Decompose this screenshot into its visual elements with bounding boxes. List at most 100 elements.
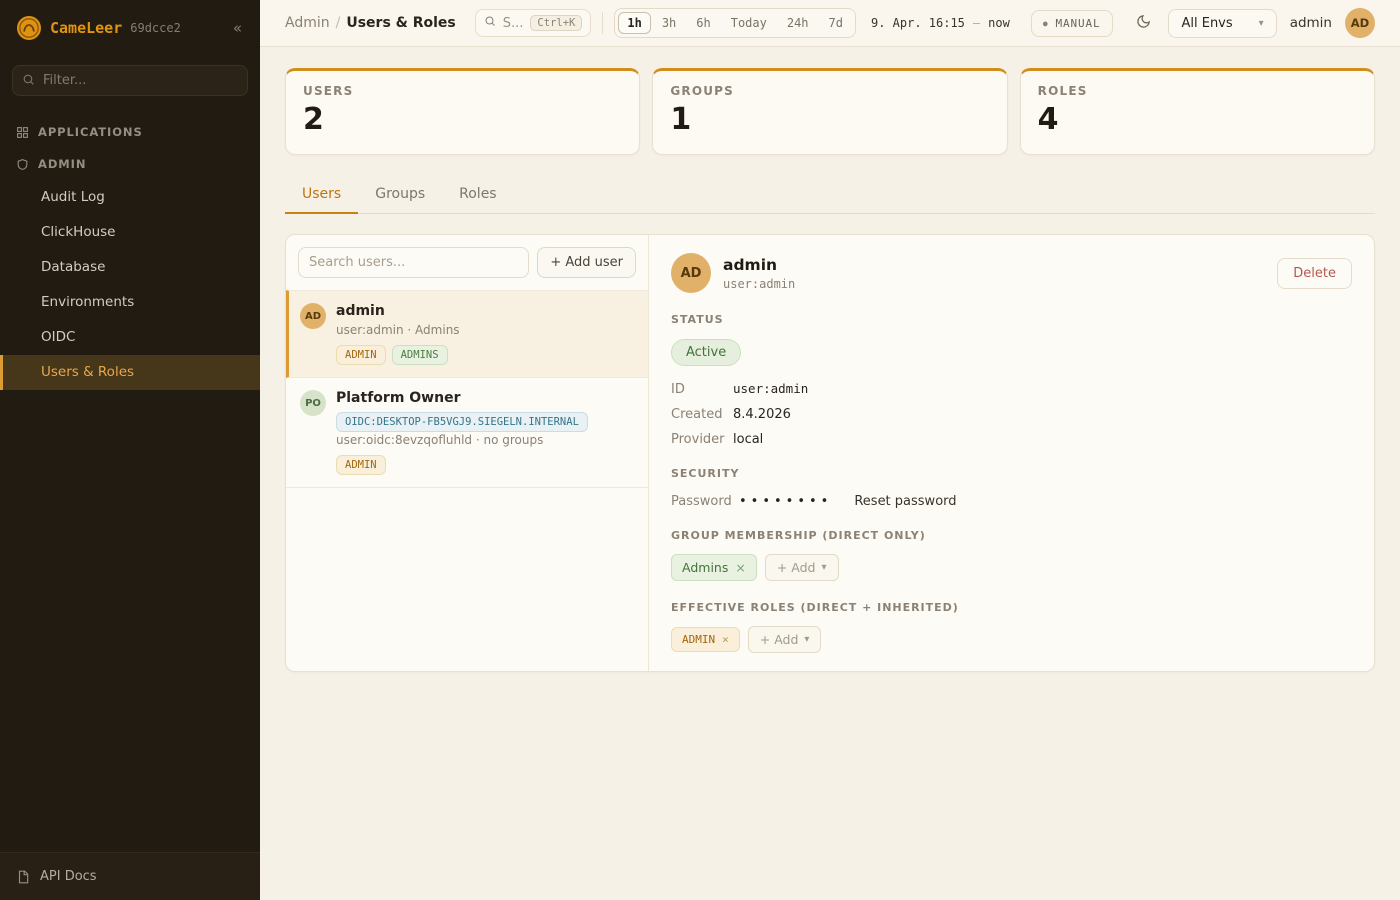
detail-avatar: AD xyxy=(671,253,711,293)
sidebar-collapse-button[interactable]: « xyxy=(229,17,246,39)
field-row-created: Created 8.4.2026 xyxy=(671,407,1352,422)
dark-mode-toggle[interactable] xyxy=(1132,10,1155,37)
breadcrumb: Admin / Users & Roles xyxy=(285,15,456,31)
tab-roles[interactable]: Roles xyxy=(442,177,513,213)
user-name: admin xyxy=(336,303,460,319)
chevron-down-icon: ▾ xyxy=(822,562,827,573)
stat-card-users: USERS 2 xyxy=(285,68,640,155)
current-user-name: admin xyxy=(1290,15,1332,31)
user-avatar[interactable]: AD xyxy=(1345,8,1375,38)
field-label: ID xyxy=(671,382,733,397)
tab-bar: Users Groups Roles xyxy=(285,177,1375,214)
role-chip-row: ADMIN × + Add ▾ xyxy=(671,626,1352,653)
detail-user-id: user:admin xyxy=(723,277,795,291)
user-detail-panel: AD admin user:admin Delete STATUS Active… xyxy=(649,235,1374,671)
tab-groups[interactable]: Groups xyxy=(358,177,442,213)
sidebar-item-environments[interactable]: Environments xyxy=(0,285,260,320)
group-badge: ADMINS xyxy=(392,345,448,365)
user-list-item-platform-owner[interactable]: PO Platform Owner OIDC:DESKTOP-FB5VGJ9.S… xyxy=(286,378,648,488)
add-role-label: + Add xyxy=(760,632,799,647)
tab-users[interactable]: Users xyxy=(285,177,358,214)
sidebar-filter xyxy=(12,65,248,96)
app-root: CameLeer 69dcce2 « APPLICATIONS ADMIN Au… xyxy=(0,0,1400,900)
keyboard-shortcut-badge: Ctrl+K xyxy=(530,15,582,31)
sidebar-item-oidc[interactable]: OIDC xyxy=(0,320,260,355)
stat-value: 4 xyxy=(1038,102,1357,137)
stat-cards: USERS 2 GROUPS 1 ROLES 4 xyxy=(285,68,1375,155)
breadcrumb-current: Users & Roles xyxy=(346,15,455,31)
add-user-button[interactable]: + Add user xyxy=(537,247,636,278)
sidebar-section-applications[interactable]: APPLICATIONS xyxy=(0,116,260,148)
stat-value: 2 xyxy=(303,102,622,137)
topbar-divider xyxy=(602,12,603,34)
breadcrumb-admin[interactable]: Admin xyxy=(285,15,330,31)
grid-icon xyxy=(16,126,29,139)
user-name: Platform Owner xyxy=(336,390,588,406)
refresh-mode-button[interactable]: ● MANUAL xyxy=(1031,10,1113,37)
password-label: Password xyxy=(671,494,739,509)
user-badges: ADMIN xyxy=(336,455,588,475)
stat-card-roles: ROLES 4 xyxy=(1020,68,1375,155)
main-area: Admin / Users & Roles S... Ctrl+K 1h 3h … xyxy=(260,0,1400,900)
time-display[interactable]: 9. Apr. 16:15 — now xyxy=(871,16,1010,30)
user-list-toolbar: + Add user xyxy=(286,235,648,290)
user-search-input[interactable] xyxy=(298,247,529,278)
environment-select-value: All Envs xyxy=(1181,16,1232,31)
add-role-button[interactable]: + Add ▾ xyxy=(748,626,822,653)
sidebar-item-audit-log[interactable]: Audit Log xyxy=(0,180,260,215)
stat-label: ROLES xyxy=(1038,84,1357,98)
section-heading-effective-roles: EFFECTIVE ROLES (DIRECT + INHERITED) xyxy=(671,601,1352,614)
remove-icon[interactable]: × xyxy=(722,633,729,646)
field-row-provider: Provider local xyxy=(671,432,1352,447)
sidebar-section-label: ADMIN xyxy=(38,157,86,171)
delete-user-button[interactable]: Delete xyxy=(1277,258,1352,289)
sidebar-item-database[interactable]: Database xyxy=(0,250,260,285)
detail-header: AD admin user:admin Delete xyxy=(671,253,1352,293)
user-badges: ADMIN ADMINS xyxy=(336,345,460,365)
refresh-mode-label: MANUAL xyxy=(1056,17,1101,30)
reset-password-link[interactable]: Reset password xyxy=(854,494,956,509)
time-range-today[interactable]: Today xyxy=(722,12,776,34)
field-label: Provider xyxy=(671,432,733,447)
document-icon xyxy=(16,870,30,884)
password-masked-value: •••••••• xyxy=(739,494,832,509)
time-range-3h[interactable]: 3h xyxy=(653,12,685,34)
topbar-right: All Envs ▾ admin AD xyxy=(1132,8,1375,38)
app-logo-icon xyxy=(16,15,42,41)
time-end: now xyxy=(988,16,1010,30)
section-heading-security: SECURITY xyxy=(671,467,1352,480)
oidc-badge-row: OIDC:DESKTOP-FB5VGJ9.SIEGELN.INTERNAL xyxy=(336,413,588,429)
role-chip-admin[interactable]: ADMIN × xyxy=(671,627,740,652)
global-search-placeholder: S... xyxy=(503,16,524,31)
sidebar-item-clickhouse[interactable]: ClickHouse xyxy=(0,215,260,250)
sidebar-footer-api-docs[interactable]: API Docs xyxy=(0,852,260,900)
avatar: PO xyxy=(300,390,326,416)
status-badge: Active xyxy=(671,339,741,366)
user-list-item-admin[interactable]: AD admin user:admin · Admins ADMIN ADMIN… xyxy=(286,290,648,378)
search-icon xyxy=(22,73,35,90)
field-value: local xyxy=(733,432,763,447)
stat-label: GROUPS xyxy=(670,84,989,98)
section-heading-group-membership: GROUP MEMBERSHIP (DIRECT ONLY) xyxy=(671,529,1352,542)
environment-select[interactable]: All Envs ▾ xyxy=(1168,9,1276,38)
time-range-1h[interactable]: 1h xyxy=(618,12,650,34)
field-value: 8.4.2026 xyxy=(733,407,791,422)
time-separator: — xyxy=(973,16,980,30)
time-range-24h[interactable]: 24h xyxy=(778,12,818,34)
sidebar-item-users-roles[interactable]: Users & Roles xyxy=(0,355,260,390)
add-group-button[interactable]: + Add ▾ xyxy=(765,554,839,581)
sidebar-section-admin[interactable]: ADMIN xyxy=(0,148,260,180)
role-badge: ADMIN xyxy=(336,455,386,475)
topbar: Admin / Users & Roles S... Ctrl+K 1h 3h … xyxy=(260,0,1400,47)
search-icon xyxy=(484,15,496,31)
time-range-7d[interactable]: 7d xyxy=(820,12,852,34)
remove-icon[interactable]: × xyxy=(735,560,745,575)
field-label: Created xyxy=(671,407,733,422)
group-chip-row: Admins × + Add ▾ xyxy=(671,554,1352,581)
global-search[interactable]: S... Ctrl+K xyxy=(475,9,592,37)
sidebar-filter-input[interactable] xyxy=(12,65,248,96)
user-meta: user:oidc:8evzqofluhld · no groups xyxy=(336,433,588,447)
chevron-down-icon: ▾ xyxy=(804,634,809,645)
time-range-6h[interactable]: 6h xyxy=(687,12,719,34)
group-chip-admins[interactable]: Admins × xyxy=(671,554,757,581)
